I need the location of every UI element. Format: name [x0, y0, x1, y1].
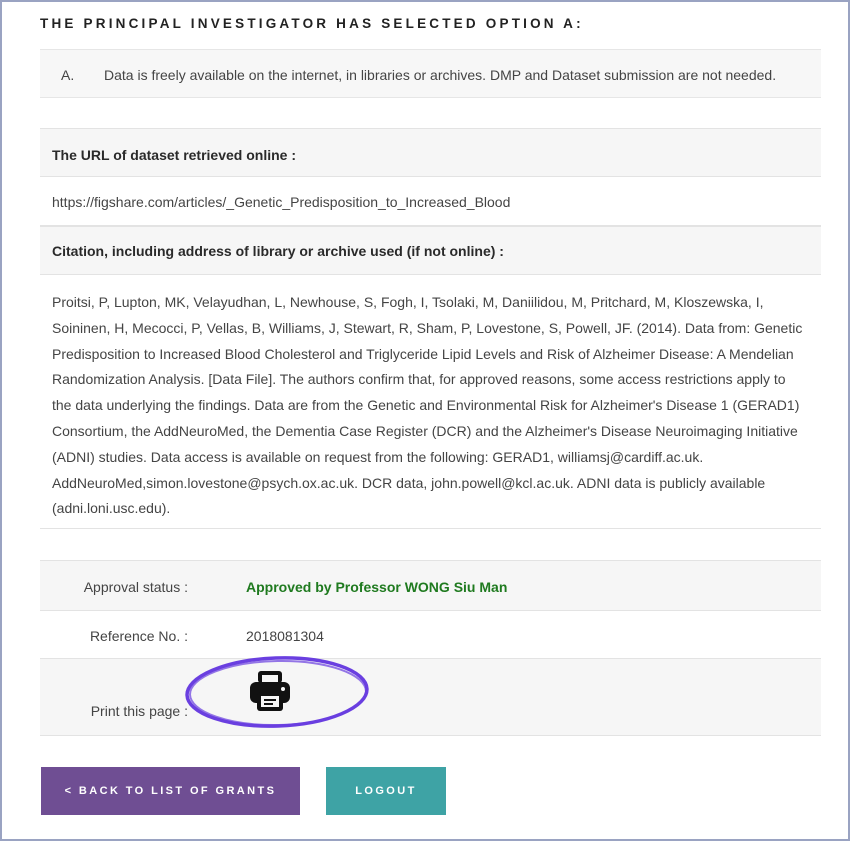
url-label: The URL of dataset retrieved online : — [40, 128, 821, 177]
logout-button[interactable]: LOGOUT — [326, 767, 446, 815]
page-heading: THE PRINCIPAL INVESTIGATOR HAS SELECTED … — [40, 16, 584, 31]
print-row: Print this page : — [40, 658, 821, 736]
back-to-grants-button[interactable]: < BACK TO LIST OF GRANTS — [41, 767, 300, 815]
url-value: https://figshare.com/articles/_Genetic_P… — [40, 177, 821, 226]
printer-icon[interactable] — [246, 667, 294, 715]
approval-status-label: Approval status : — [83, 579, 188, 595]
reference-value: 2018081304 — [246, 628, 324, 644]
selected-option-row: A. Data is freely available on the inter… — [40, 49, 821, 98]
dataset-info-table: The URL of dataset retrieved online : ht… — [40, 128, 821, 529]
reference-row: Reference No. : 2018081304 — [40, 610, 821, 658]
citation-value: Proitsi, P, Lupton, MK, Velayudhan, L, N… — [40, 275, 821, 529]
approval-table: Approval status : Approved by Professor … — [40, 560, 821, 736]
option-letter: A. — [61, 67, 75, 83]
reference-label: Reference No. : — [89, 628, 188, 644]
page-frame: THE PRINCIPAL INVESTIGATOR HAS SELECTED … — [0, 0, 850, 841]
print-label: Print this page : — [90, 703, 188, 719]
approval-status-value: Approved by Professor WONG Siu Man — [246, 579, 508, 595]
option-text: Data is freely available on the internet… — [104, 67, 777, 83]
approval-status-row: Approval status : Approved by Professor … — [40, 560, 821, 610]
citation-label: Citation, including address of library o… — [40, 226, 821, 275]
